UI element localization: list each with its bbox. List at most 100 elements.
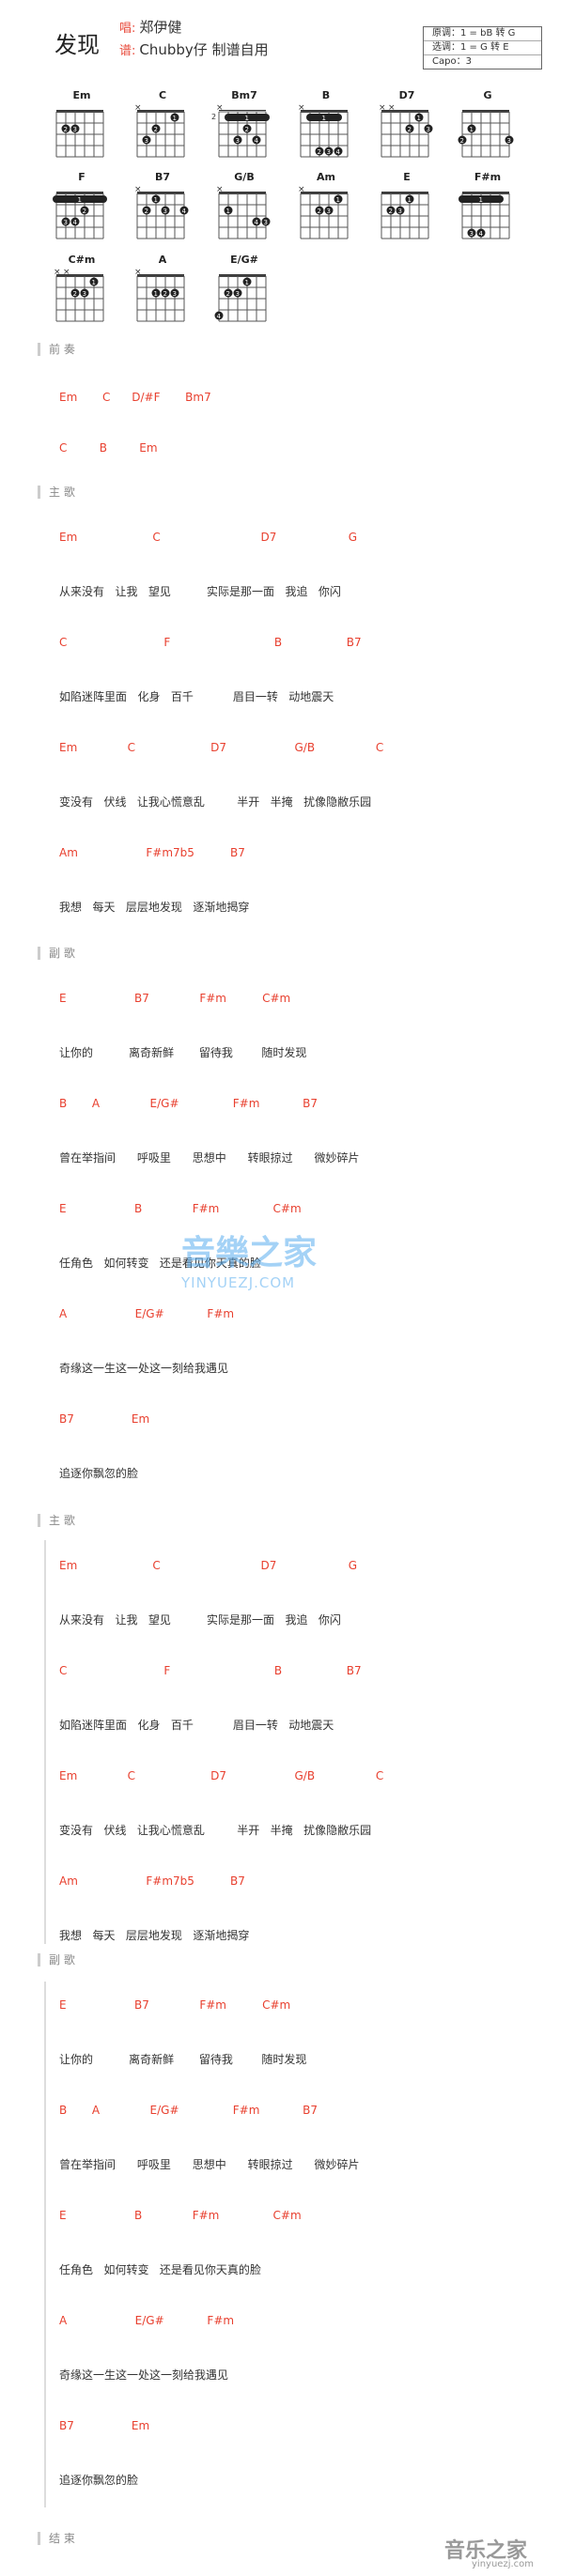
chord-diagram-a: A × 1 2 3 [130,254,195,332]
finger-number: 3 [427,126,430,133]
mute-mark: × [63,268,70,277]
finger-number: 1 [245,279,249,286]
chord-line: Em C D7 G/B C [59,1769,384,1782]
finger-number: 1 [408,196,412,204]
chord-line: B7 Em [59,1412,150,1426]
fretboard: 12 34 [53,192,107,239]
chord-line: E B7 F#m C#m [59,1998,291,2012]
lyric-line: 让你的 离奇新鲜 留待我 随时发现 [59,2053,307,2066]
chord-diagram-b7: B7 × 1 2 3 4 [130,171,195,250]
chord-diagram-d7: D7 × × 1 2 3 [374,89,440,168]
fretboard: × 1 23 [298,185,349,239]
finger-number: 4 [479,230,484,238]
finger-number: 3 [507,137,511,145]
finger-number: 1 [470,126,474,133]
chord-line: E B F#m C#m [59,2209,302,2222]
finger-number: 3 [327,148,331,156]
chord-name: Bm7 [231,89,257,101]
finger-number: 3 [236,137,240,145]
chord-line: Am F#m7b5 B7 [59,1874,245,1888]
finger-number: 1 [92,279,96,286]
chord-name: F [78,171,85,183]
chord-name: C [158,89,167,101]
chord-line: C B Em [59,441,158,455]
fret-number: 2 [211,113,216,121]
mute-mark: × [298,103,305,113]
section-label: 副 歌 [38,1953,75,1967]
fretboard: × × 12 3 [379,103,433,158]
finger-number: 3 [83,290,86,298]
watermark-text: 音樂之家 [181,1234,318,1273]
lyric-line: 我想 每天 层层地发现 逐渐地揭穿 [59,1929,250,1942]
nut [219,110,266,111]
chord-line: Em C D7 G/B C [59,741,384,754]
singer-label: 唱: [119,22,136,36]
fretboard: × 1 23 [134,103,185,158]
chord-diagram-am: Am × 1 2 3 [293,171,359,250]
chord-line: Am F#m7b5 B7 [59,846,245,859]
chord-name: A [158,254,167,266]
finger-number: 4 [255,219,259,226]
chord-diagram-bm7: Bm7 × 2 1 2 3 4 [211,89,277,168]
arranger-label: 谱: [119,44,136,58]
chord-name: B [321,89,331,101]
lyric-line: 从来没有 让我 望见 实际是那一面 我追 你闪 [59,585,341,598]
fretboard: × 1 34 [216,185,271,239]
finger-number: 1 [336,196,340,204]
finger-number: 1 [226,208,230,215]
fretboard: 12 3 [381,192,429,239]
finger-number: 4 [73,219,78,226]
lyric-line: 追逐你飘忽的脸 [59,1467,139,1480]
section-label: 结 束 [38,2532,75,2545]
repeat-bracket [44,1982,46,2507]
lyric-line: 如陷迷阵里面 化身 百千 眉目一转 动地震天 [59,690,334,703]
chord-diagram-e-g-: E/G# 1 2 3 4 [211,254,277,332]
finger-number: 1 [417,115,421,122]
finger-number: 3 [163,208,167,215]
finger-number: 3 [145,137,148,145]
chord-name: Am [317,171,335,183]
finger-number: 2 [318,148,321,156]
chord-line: C F B B7 [59,1664,362,1677]
finger-number: 4 [255,137,259,145]
singer-name: 郑伊健 [139,19,182,36]
mute-mark: × [54,268,61,277]
chord-diagram-c: C × 1 2 3 [130,89,195,168]
section-label: 前 奏 [38,343,75,356]
finger-number: 1 [479,196,483,204]
chord-line: B A E/G# F#m B7 [59,1097,319,1110]
lyric-line: 如陷迷阵里面 化身 百千 眉目一转 动地震天 [59,1719,334,1732]
chord-name: C#m [68,254,96,266]
section-label: 主 歌 [38,486,75,499]
chord-name: G/B [234,171,255,183]
finger-number: 3 [398,208,402,215]
chord-line: B7 Em [59,2419,150,2432]
watermark: 音樂之家 YINYUEZJ.COM [181,1226,317,1291]
lyric-line: 奇缘这一生这一处这一刻给我遇见 [59,2368,229,2382]
song-title: 发现 [54,32,100,58]
finger-number: 3 [64,219,68,226]
fretboard: 12 3 [458,110,514,158]
lyric-line: 变没有 伏线 让我心慌意乱 半开 半掩 扰像隐敝乐园 [59,795,372,809]
lyric-line: 变没有 伏线 让我心慌意乱 半开 半掩 扰像隐敝乐园 [59,1824,372,1837]
key-info-box: 原调：1 = bB 转 G 选调：1 = G 转 E Capo：3 [423,26,542,69]
finger-number: 2 [318,208,321,215]
finger-number: 1 [78,196,82,204]
mute-mark: × [379,103,386,113]
chord-line: C F B B7 [59,636,362,649]
capo-info: Capo：3 [432,56,472,67]
finger-number: 2 [145,208,148,215]
mute-mark: × [216,185,224,194]
chord-diagram-em: Em 2 3 [49,89,115,168]
chord-diagram-b: B × 1 2 3 4 [293,89,359,168]
finger-number: 3 [173,290,177,298]
mute-mark: × [134,185,142,194]
chord-line: E B F#m C#m [59,1202,302,1215]
finger-number: 1 [154,290,158,298]
fretboard: ×12 3 4 [298,103,349,158]
chord-diagram-f-m: F#m 1 3 4 [455,171,521,250]
fretboard: ×12 3 4 [134,185,189,239]
chord-diagram-g-b: G/B × 1 3 4 [211,171,277,250]
finger-number: 1 [322,115,326,122]
finger-number: 2 [83,208,86,215]
